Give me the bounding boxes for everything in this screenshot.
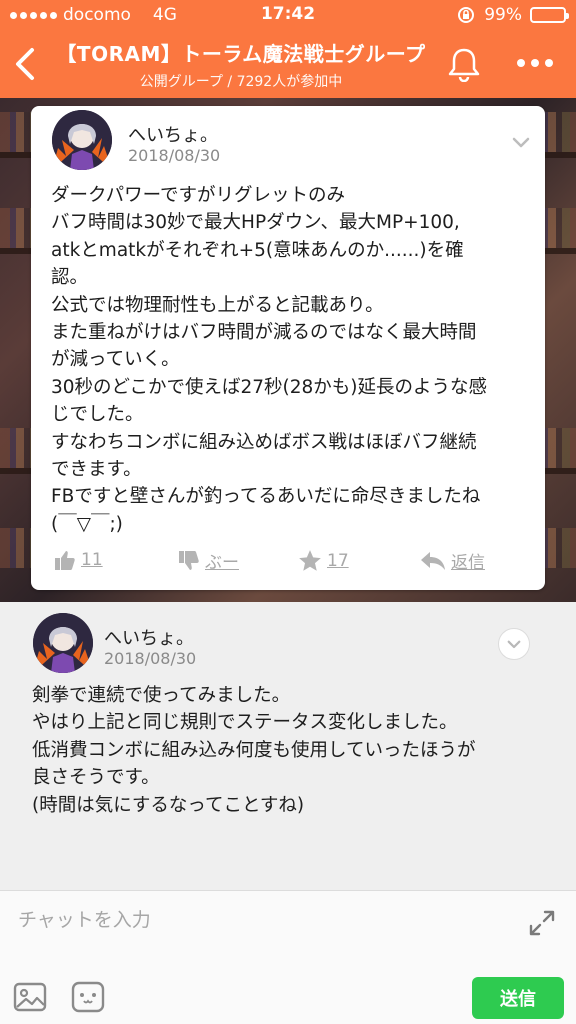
- status-bar: docomo 4G 17:42 99%: [0, 0, 576, 30]
- status-right: 99%: [456, 5, 569, 25]
- comment-author[interactable]: へいちょ。: [104, 624, 194, 650]
- dislike-button[interactable]: ぶー: [177, 548, 239, 573]
- post-line: 公式では物理耐性も上がると記載あり。: [51, 294, 384, 316]
- post-line: バフ時間は30妙で最大HPダウン、最大MP+100,: [51, 212, 460, 234]
- avatar[interactable]: [52, 110, 112, 170]
- comment-line: (時間は気にするなってことすね): [32, 794, 305, 816]
- comment-line: 剣拳で連続で使ってみました。: [32, 685, 291, 706]
- post-line: すなわちコンボに組み込めばボス戦はほぼバフ継続: [51, 431, 477, 453]
- reply-button[interactable]: 返信: [419, 548, 485, 573]
- post-line: atkとmatkがそれぞれ+5(意味あんのか......)を確: [51, 239, 464, 261]
- expand-arrows-icon: [529, 910, 555, 936]
- group-header: 【TORAM】トーラム魔法戦士グループ 公開グループ / 7292人が参加中: [0, 30, 576, 98]
- post-menu-button[interactable]: [509, 130, 533, 154]
- post-body: ダークパワーですがリグレットのみ バフ時間は30妙で最大HPダウン、最大MP+1…: [51, 182, 537, 538]
- post-line: 30秒のどこかで使えば27秒(28かも)延長のような感: [51, 376, 488, 398]
- like-count: 11: [81, 550, 103, 570]
- chevron-left-icon: [16, 48, 34, 80]
- thumbs-down-icon: [179, 550, 199, 570]
- chat-input-bar: 送信: [0, 890, 576, 1024]
- group-subtitle: 公開グループ / 7292人が参加中: [139, 74, 343, 90]
- post-line: が減っていく。: [51, 349, 180, 371]
- expand-input-button[interactable]: [526, 907, 558, 939]
- back-button[interactable]: [8, 44, 42, 84]
- comment-line: 良さそうです。: [32, 767, 160, 789]
- comment-body: 剣拳で連続で使ってみました。 やはり上記と同じ規則でステータス変化しました。 低…: [32, 682, 552, 819]
- sticker-button[interactable]: [70, 979, 106, 1015]
- header-title-block: 【TORAM】トーラム魔法戦士グループ 公開グループ / 7292人が参加中: [56, 38, 426, 91]
- more-dots-icon: [517, 59, 553, 67]
- orientation-lock-icon: [458, 7, 475, 23]
- post-line: (￣▽￣;): [51, 513, 123, 535]
- sticker-face-icon: [71, 981, 105, 1013]
- star-icon: [299, 550, 321, 571]
- like-button[interactable]: 11: [53, 548, 103, 572]
- reply-arrow-icon: [421, 551, 445, 570]
- image-attach-button[interactable]: [12, 979, 48, 1015]
- star-button[interactable]: 17: [297, 548, 349, 574]
- post-card: へいちょ。 2018/08/30 ダークパワーですがリグレットのみ バフ時間は3…: [31, 106, 545, 590]
- post-date: 2018/08/30: [128, 146, 221, 165]
- notification-button[interactable]: [444, 46, 484, 83]
- post-line: また重ねがけはバフ時間が減るのではなく最大時間: [51, 322, 477, 344]
- post-author[interactable]: へいちょ。: [128, 121, 218, 147]
- comment-line: やはり上記と同じ規則でステータス変化しました。: [32, 712, 458, 734]
- more-options-button[interactable]: [508, 48, 562, 78]
- avatar[interactable]: [33, 613, 93, 673]
- battery-icon: [530, 7, 569, 23]
- post-line: じでした。: [51, 404, 144, 426]
- comment-line: 低消費コンボに組み込み何度も使用していったほうが: [32, 739, 476, 761]
- dislike-label: ぶー: [205, 553, 239, 573]
- post-line: 認。: [51, 267, 89, 289]
- post-line: できます。: [51, 459, 142, 481]
- avatar-character-icon: [33, 613, 93, 673]
- bell-icon: [448, 48, 480, 83]
- group-title: 【TORAM】トーラム魔法戦士グループ: [56, 42, 426, 66]
- chat-input[interactable]: [18, 903, 498, 937]
- image-icon: [13, 982, 47, 1012]
- send-button[interactable]: 送信: [472, 977, 564, 1019]
- avatar-character-icon: [52, 110, 112, 170]
- chevron-down-icon: [507, 640, 521, 649]
- comment-menu-button[interactable]: [498, 628, 530, 660]
- chevron-down-icon: [512, 137, 530, 148]
- comment-item: へいちょ。 2018/08/30 剣拳で連続で使ってみました。 やはり上記と同じ…: [0, 602, 576, 890]
- comment-date: 2018/08/30: [104, 649, 197, 668]
- star-count: 17: [327, 551, 349, 571]
- battery-percent: 99%: [484, 5, 522, 25]
- reply-label: 返信: [451, 553, 485, 573]
- thumbs-up-icon: [55, 551, 75, 570]
- post-line: ダークパワーですがリグレットのみ: [51, 185, 345, 206]
- post-line: FBですと壁さんが釣ってるあいだに命尽きましたね: [51, 486, 481, 508]
